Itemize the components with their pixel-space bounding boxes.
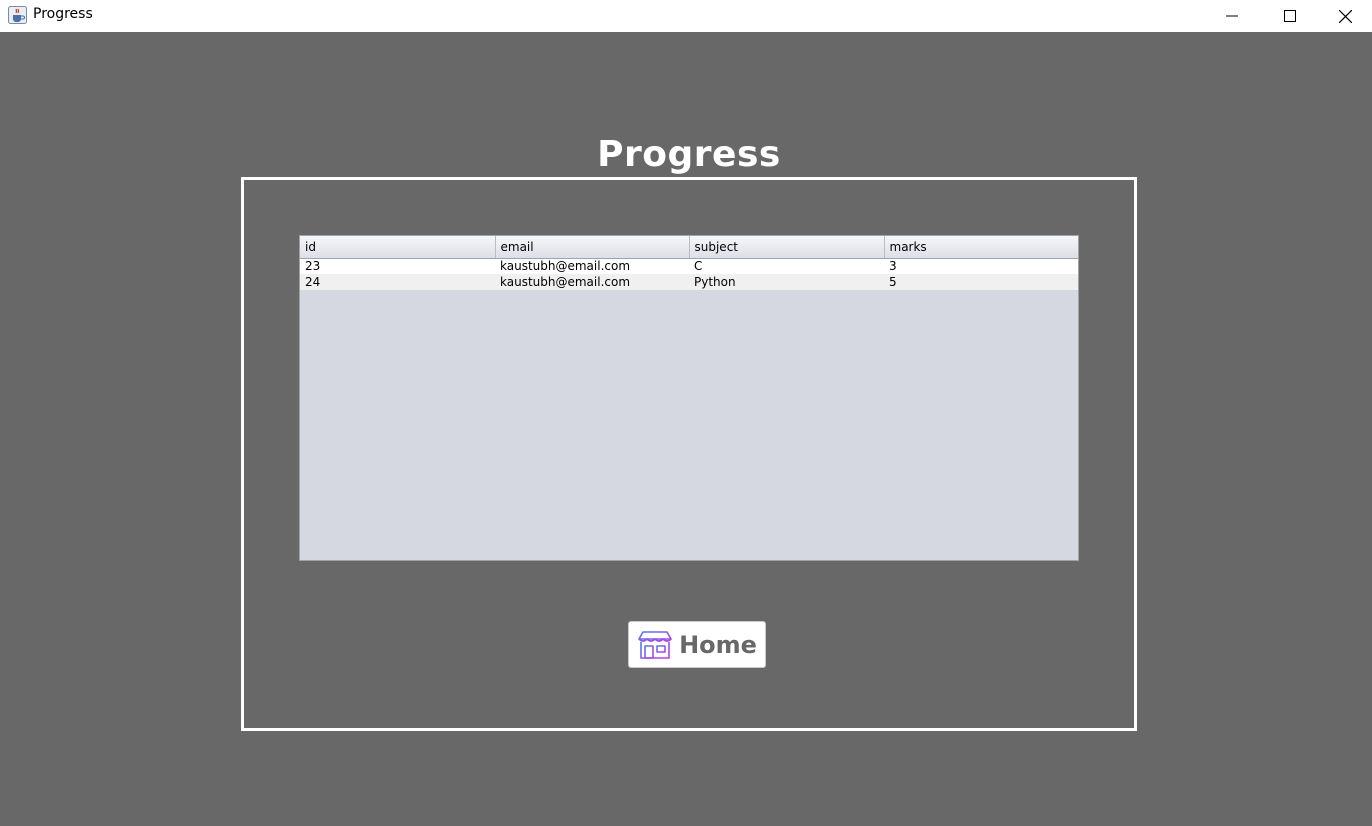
cell-id[interactable]: 23: [300, 258, 495, 274]
cell-subject[interactable]: C: [689, 258, 884, 274]
column-header-marks[interactable]: marks: [884, 236, 1078, 259]
progress-table-scrollpane[interactable]: id email subject marks 23 kaustubh@email…: [299, 235, 1079, 561]
minimize-button[interactable]: [1203, 0, 1261, 32]
cell-subject[interactable]: Python: [689, 274, 884, 290]
cell-marks[interactable]: 3: [884, 258, 1078, 274]
table-row[interactable]: 24 kaustubh@email.com Python 5: [300, 274, 1078, 290]
cell-id[interactable]: 24: [300, 274, 495, 290]
maximize-icon: [1284, 10, 1296, 22]
close-button[interactable]: [1319, 0, 1372, 32]
column-header-email[interactable]: email: [495, 236, 690, 259]
cell-email[interactable]: kaustubh@email.com: [495, 274, 689, 290]
close-icon: [1339, 9, 1352, 23]
home-button-label: Home: [679, 630, 757, 659]
java-coffee-icon: [8, 6, 27, 24]
minimize-icon: [1226, 15, 1238, 17]
maximize-button[interactable]: [1261, 0, 1319, 32]
progress-table: id email subject marks 23 kaustubh@email…: [300, 236, 1078, 290]
store-icon: [638, 630, 673, 659]
home-button[interactable]: Home: [628, 621, 766, 668]
column-header-id[interactable]: id: [300, 236, 496, 259]
page-title: Progress: [597, 134, 781, 175]
table-header-row: id email subject marks: [300, 236, 1078, 259]
column-header-subject[interactable]: subject: [689, 236, 885, 259]
cell-email[interactable]: kaustubh@email.com: [495, 258, 689, 274]
table-row[interactable]: 23 kaustubh@email.com C 3: [300, 258, 1078, 274]
cell-marks[interactable]: 5: [884, 274, 1078, 290]
window-titlebar: Progress: [0, 0, 1372, 32]
window-title: Progress: [33, 6, 93, 22]
